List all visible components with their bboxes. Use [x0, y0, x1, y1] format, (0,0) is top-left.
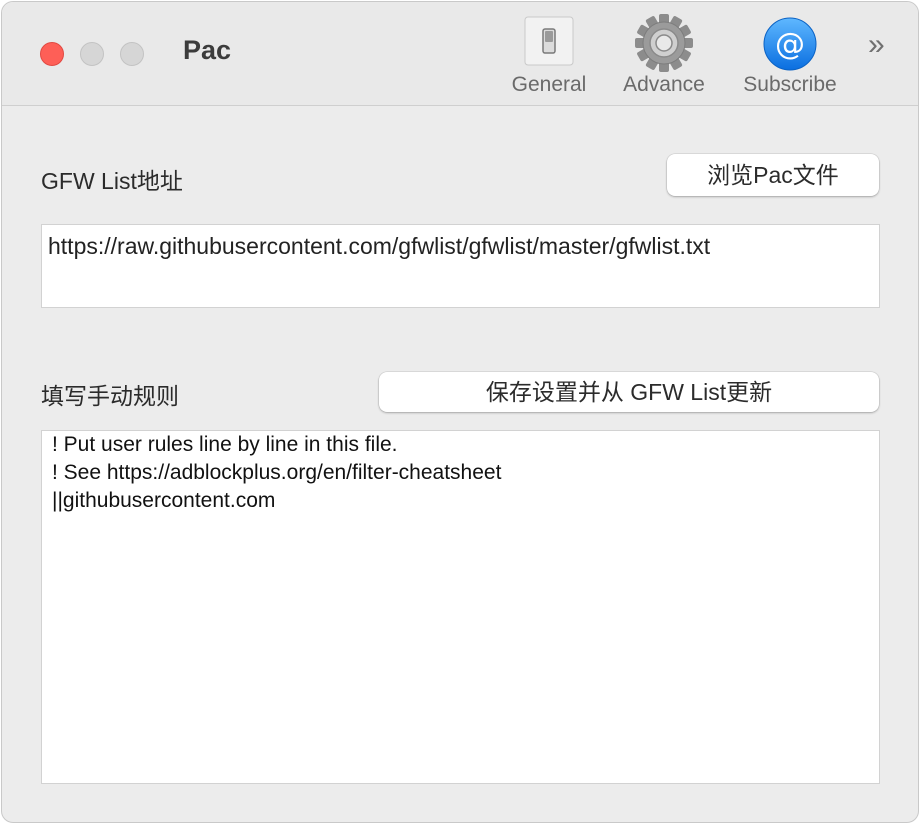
gfw-list-label: GFW List地址: [41, 168, 183, 194]
titlebar: Pac General Advance @ Subscribe »: [2, 2, 918, 106]
rule-line: ! See https://adblockplus.org/en/filter-…: [52, 461, 502, 484]
close-window-button[interactable]: [40, 42, 64, 66]
zoom-window-button[interactable]: [120, 42, 144, 66]
at-sign-icon: @: [762, 16, 818, 77]
rule-line: ! Put user rules line by line in this fi…: [52, 433, 398, 456]
gfw-url-field[interactable]: https://raw.githubusercontent.com/gfwlis…: [41, 224, 880, 308]
gear-icon: [633, 12, 695, 79]
browse-pac-file-button[interactable]: 浏览Pac文件: [667, 154, 879, 196]
save-and-update-button[interactable]: 保存设置并从 GFW List更新: [379, 372, 879, 412]
user-rules-textarea[interactable]: ! Put user rules line by line in this fi…: [41, 430, 880, 784]
svg-text:@: @: [775, 27, 805, 62]
rule-line: ||githubusercontent.com: [52, 489, 276, 512]
minimize-window-button[interactable]: [80, 42, 104, 66]
preferences-window: Pac General Advance @ Subscribe » GFW Li…: [1, 1, 919, 823]
gfw-url-text: https://raw.githubusercontent.com/gfwlis…: [48, 233, 711, 259]
user-rules-content: ! Put user rules line by line in this fi…: [52, 431, 501, 515]
toolbar-overflow-icon[interactable]: »: [868, 28, 885, 62]
toolbar-label-subscribe: Subscribe: [743, 73, 837, 96]
user-rules-label: 填写手动规则: [41, 383, 179, 409]
toolbar-label-advance: Advance: [623, 73, 705, 96]
window-title: Pac: [183, 35, 232, 65]
switch-icon: [524, 16, 574, 71]
